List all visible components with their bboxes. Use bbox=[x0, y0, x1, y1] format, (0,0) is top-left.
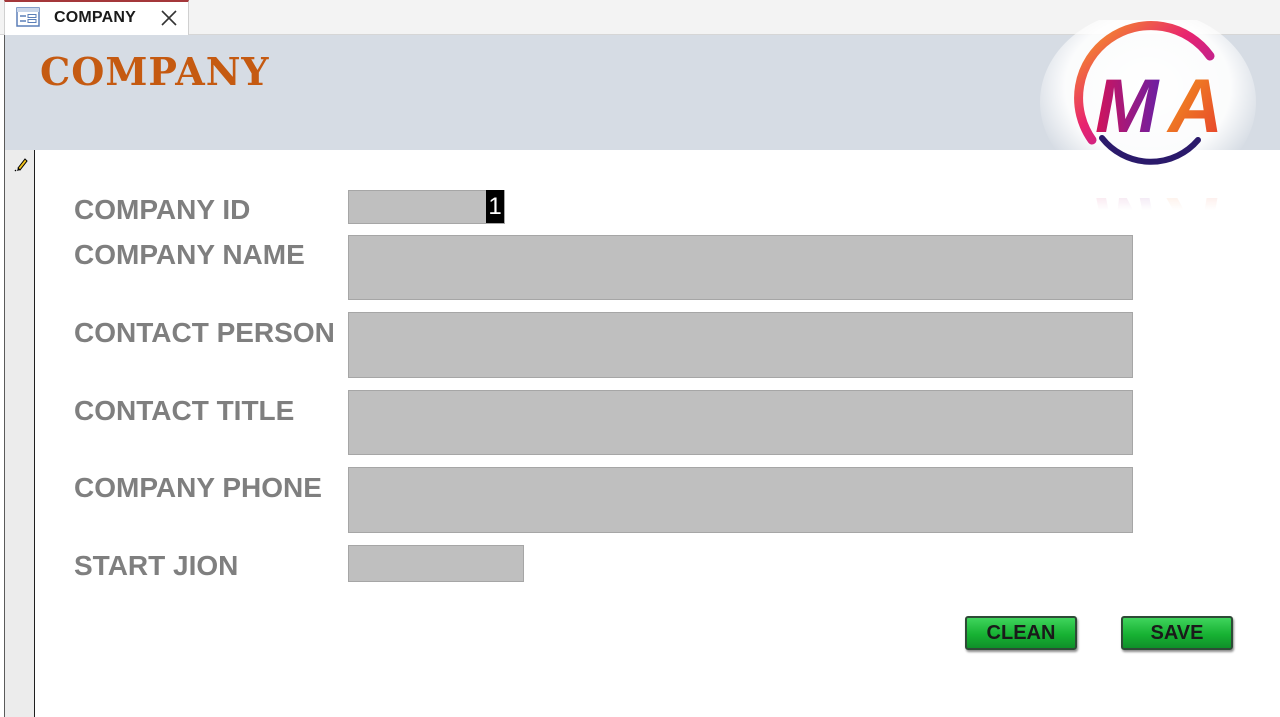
clean-button[interactable]: CLEAN bbox=[965, 616, 1077, 650]
tab-company[interactable]: COMPANY bbox=[4, 0, 189, 36]
logo: M A M A bbox=[1040, 10, 1260, 266]
label-company-name: COMPANY NAME bbox=[74, 239, 305, 270]
contact-title-field[interactable] bbox=[348, 390, 1133, 455]
company-id-field[interactable] bbox=[348, 190, 505, 224]
label-company-phone: COMPANY PHONE bbox=[74, 472, 322, 503]
pencil-icon bbox=[14, 156, 30, 172]
contact-person-field[interactable] bbox=[348, 312, 1133, 378]
save-button[interactable]: SAVE bbox=[1121, 616, 1233, 650]
record-selector[interactable] bbox=[5, 150, 35, 717]
company-id-value: 1 bbox=[486, 190, 504, 223]
company-name-field[interactable] bbox=[348, 235, 1133, 300]
company-phone-field[interactable] bbox=[348, 467, 1133, 533]
label-start-jion: START JION bbox=[74, 550, 239, 581]
logo-letter-a: A bbox=[1166, 64, 1223, 149]
start-jion-field[interactable] bbox=[348, 545, 524, 582]
form-title: COMPANY bbox=[40, 49, 270, 94]
form-icon bbox=[16, 7, 40, 27]
close-icon[interactable] bbox=[159, 8, 179, 28]
label-company-id: COMPANY ID bbox=[74, 194, 251, 225]
logo-letter-m: M bbox=[1095, 64, 1160, 149]
label-contact-person: CONTACT PERSON bbox=[74, 317, 335, 348]
label-contact-title: CONTACT TITLE bbox=[74, 395, 295, 426]
tab-title: COMPANY bbox=[54, 9, 136, 26]
